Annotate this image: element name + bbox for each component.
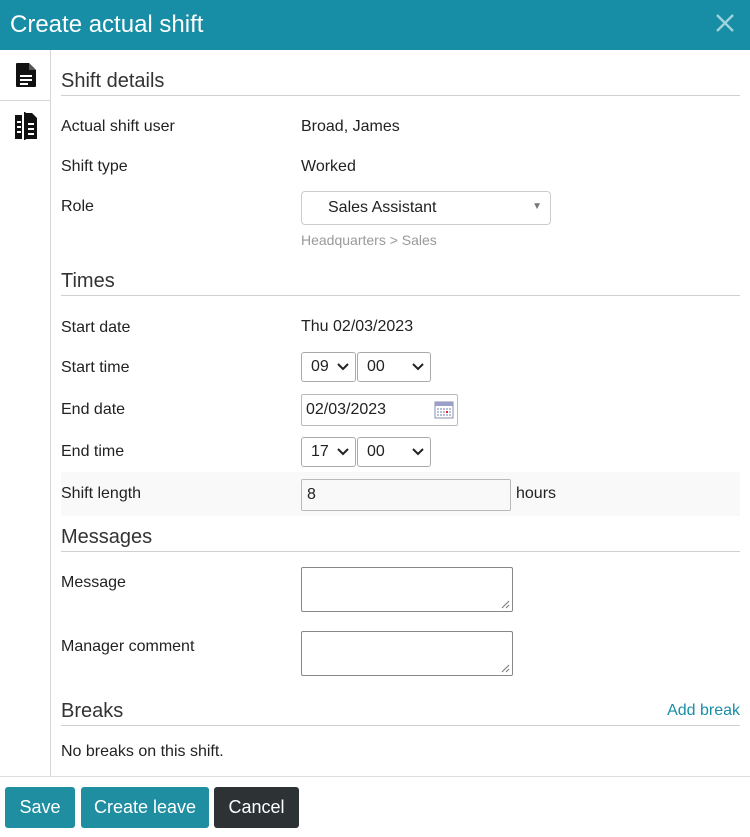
resize-grip-icon[interactable] (501, 664, 510, 673)
start-hour-select[interactable]: 09 (301, 352, 356, 382)
shift-length-value: 8 (307, 486, 316, 503)
manager-comment-textarea[interactable] (301, 631, 513, 676)
section-times-title: Times (61, 250, 740, 296)
dialog-header: Create actual shift (0, 0, 750, 50)
manager-comment-label: Manager comment (61, 638, 195, 655)
section-shift-details-title: Shift details (61, 50, 740, 96)
shift-type-value: Worked (301, 158, 356, 175)
end-hour-select[interactable]: 17 (301, 437, 356, 467)
actual-shift-user-label: Actual shift user (61, 118, 175, 135)
role-label: Role (61, 198, 94, 215)
add-break-link[interactable]: Add break (667, 702, 740, 720)
shift-type-label: Shift type (61, 158, 128, 175)
chevron-down-icon (337, 448, 349, 456)
section-messages-title: Messages (61, 506, 740, 552)
caret-down-icon: ▼ (532, 201, 542, 212)
end-time-label: End time (61, 443, 125, 460)
dialog-title: Create actual shift (10, 11, 204, 38)
chevron-down-icon (412, 363, 424, 371)
cancel-button[interactable]: Cancel (214, 787, 299, 828)
end-minute-select[interactable]: 00 (357, 437, 431, 467)
start-hour-value: 09 (311, 358, 329, 375)
start-time-label: Start time (61, 359, 130, 376)
calendar-icon[interactable] (434, 401, 454, 419)
tab-copy[interactable] (0, 101, 51, 151)
resize-grip-icon[interactable] (501, 600, 510, 609)
end-date-input[interactable]: 02/03/2023 (301, 394, 458, 426)
message-textarea[interactable] (301, 567, 513, 612)
clone-document-icon (14, 112, 37, 140)
role-select[interactable]: Sales Assistant ▼ (301, 191, 551, 225)
end-date-label: End date (61, 401, 126, 418)
section-breaks-title: Breaks (61, 680, 740, 726)
end-minute-value: 00 (367, 443, 385, 460)
start-minute-value: 00 (367, 358, 385, 375)
chevron-down-icon (412, 448, 424, 456)
chevron-down-icon (337, 363, 349, 371)
close-icon[interactable] (714, 12, 736, 34)
document-icon (15, 63, 36, 87)
no-breaks-text: No breaks on this shift. (61, 743, 224, 760)
actual-shift-user-value: Broad, James (301, 118, 400, 135)
create-leave-button[interactable]: Create leave (81, 787, 209, 828)
start-minute-select[interactable]: 00 (357, 352, 431, 382)
message-label: Message (61, 574, 126, 591)
shift-length-unit: hours (516, 485, 557, 502)
start-date-value: Thu 02/03/2023 (301, 318, 414, 335)
sidebar (0, 50, 51, 776)
role-hint: Headquarters > Sales (301, 232, 437, 248)
save-button[interactable]: Save (5, 787, 75, 828)
end-date-value: 02/03/2023 (306, 401, 387, 418)
dialog-footer: Save Create leave Cancel (0, 776, 750, 837)
end-hour-value: 17 (311, 443, 329, 460)
shift-length-label: Shift length (61, 485, 142, 502)
start-date-label: Start date (61, 319, 131, 336)
role-select-value: Sales Assistant (328, 199, 437, 216)
tab-details[interactable] (0, 50, 51, 101)
